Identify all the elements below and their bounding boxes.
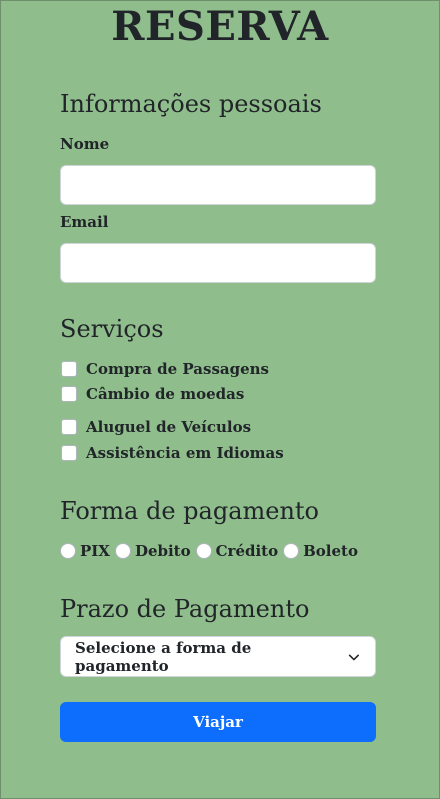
payment-method-group: PIX Debito Crédito Boleto [60, 542, 363, 560]
checkbox[interactable] [61, 419, 77, 435]
checkbox[interactable] [61, 386, 77, 402]
payment-option-boleto[interactable]: Boleto [283, 542, 358, 560]
page-title: RESERVA [111, 3, 329, 50]
payment-term-heading: Prazo de Pagamento [60, 595, 310, 623]
radio-label: Debito [134, 542, 191, 560]
service-label: Compra de Passagens [86, 360, 269, 378]
service-label: Câmbio de moedas [86, 385, 245, 403]
email-input[interactable] [60, 243, 376, 283]
submit-button[interactable]: Viajar [60, 702, 376, 742]
payment-term-select[interactable]: Selecione a forma de pagamento [60, 636, 376, 677]
radio-button[interactable] [283, 543, 300, 559]
radio-label: Crédito [215, 542, 279, 560]
checkbox[interactable] [61, 361, 77, 377]
chevron-down-icon [348, 653, 360, 660]
radio-button[interactable] [195, 543, 212, 559]
reservation-page: RESERVA Informações pessoais Nome Email … [0, 0, 440, 799]
email-label: Email [60, 213, 109, 231]
radio-button[interactable] [60, 543, 76, 559]
payment-option-debito[interactable]: Debito [114, 542, 191, 560]
radio-button[interactable] [114, 543, 131, 559]
radio-label: PIX [80, 542, 110, 560]
checkbox[interactable] [61, 445, 77, 461]
service-option-passagens[interactable]: Compra de Passagens [61, 360, 269, 378]
select-value: Selecione a forma de pagamento [75, 638, 252, 675]
service-option-assistencia[interactable]: Assistência em Idiomas [61, 444, 284, 462]
payment-option-pix[interactable]: PIX [60, 542, 110, 560]
service-option-aluguel[interactable]: Aluguel de Veículos [61, 418, 251, 436]
payment-method-heading: Forma de pagamento [60, 497, 320, 525]
radio-label: Boleto [303, 542, 358, 560]
service-option-cambio[interactable]: Câmbio de moedas [61, 385, 244, 403]
service-label: Aluguel de Veículos [86, 418, 252, 436]
services-heading: Serviços [60, 315, 164, 343]
service-label: Assistência em Idiomas [86, 444, 284, 462]
name-label: Nome [60, 135, 110, 153]
name-input[interactable] [60, 165, 376, 205]
personal-info-heading: Informações pessoais [60, 90, 322, 118]
payment-option-credito[interactable]: Crédito [195, 542, 279, 560]
